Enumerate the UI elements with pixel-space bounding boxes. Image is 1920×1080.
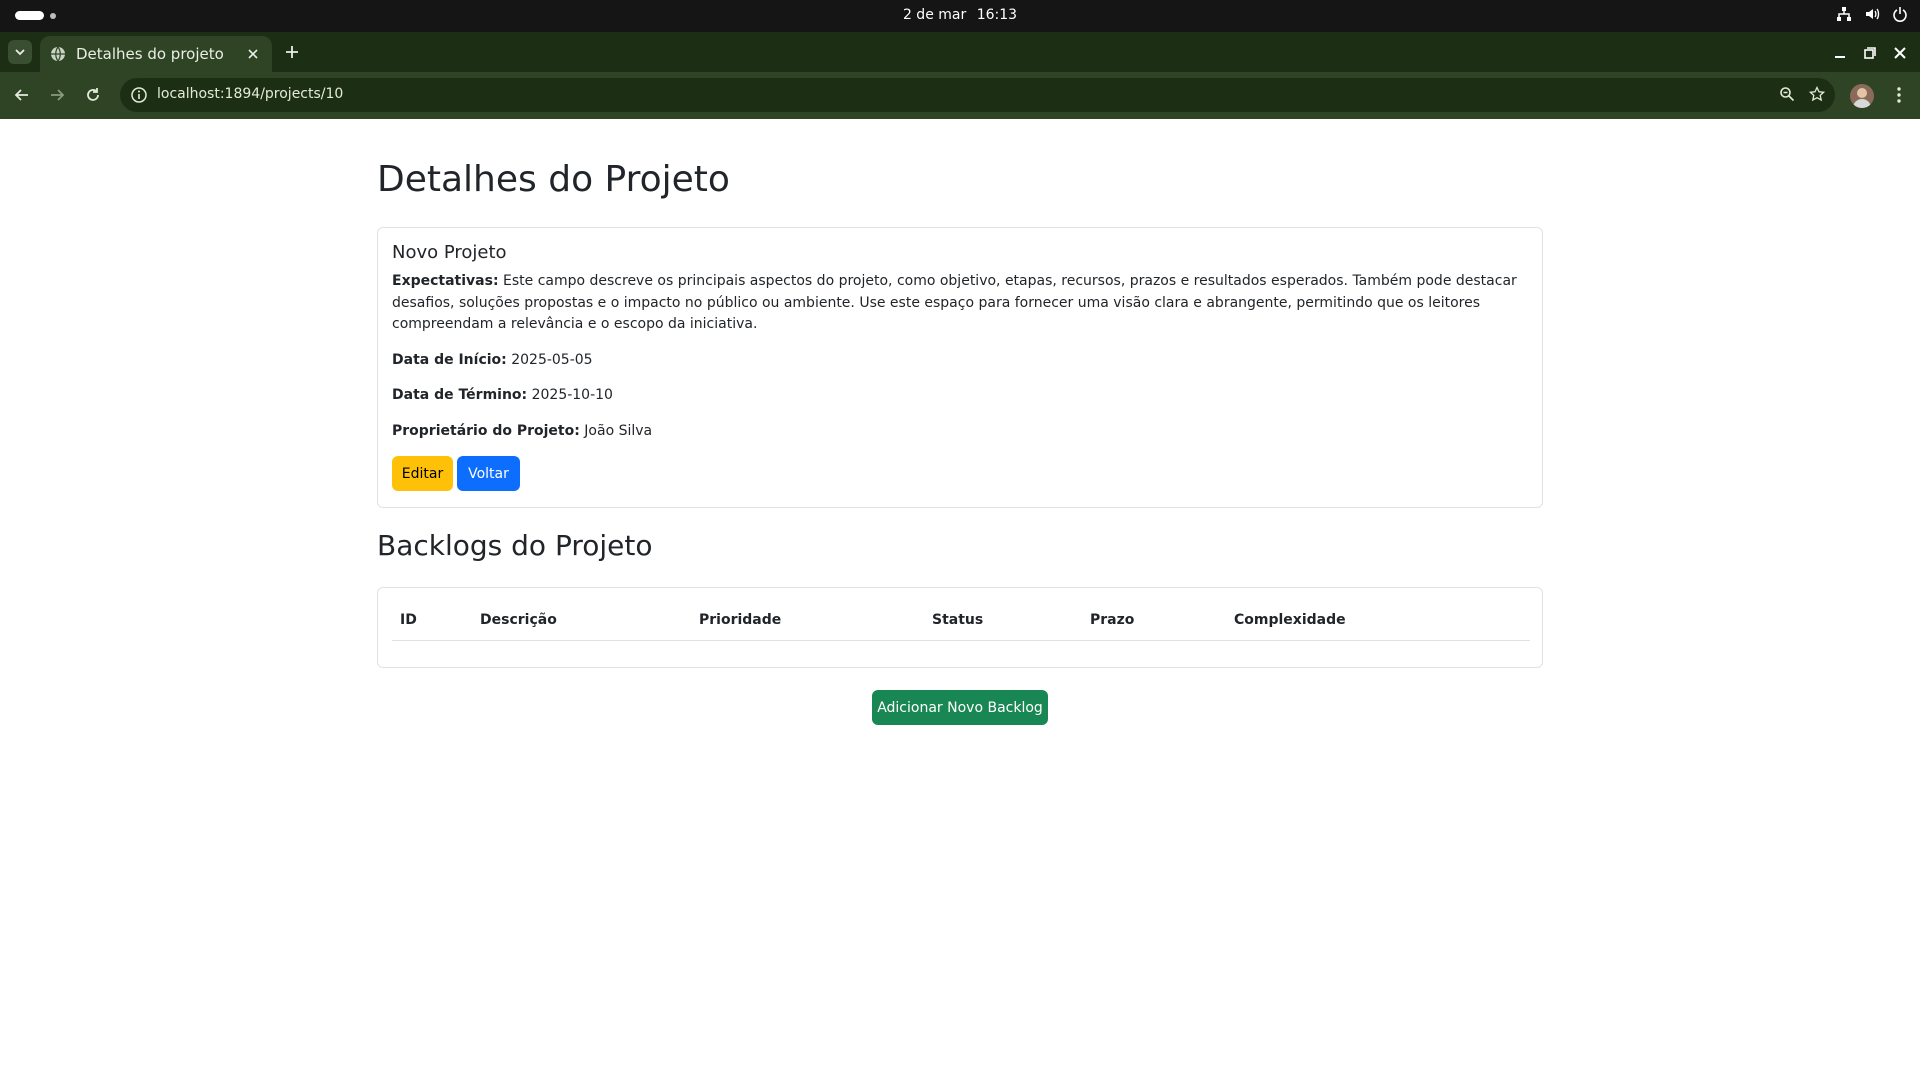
back-button[interactable] [11,84,33,106]
project-actions: Editar Voltar [392,456,1528,491]
tab-close-button[interactable] [244,45,262,63]
close-icon [1894,47,1906,59]
column-header-deadline: Prazo [1082,602,1226,641]
reload-button[interactable] [82,84,104,106]
browser-tab-active[interactable]: Detalhes do projeto [40,36,272,72]
more-vertical-icon [1897,87,1901,103]
clock-date: 2 de mar [902,7,967,23]
url-text[interactable]: localhost:1894/projects/10 [157,86,343,102]
back-link-button[interactable]: Voltar [457,456,520,491]
system-top-bar: 2 de mar 16:13 [0,0,1920,32]
add-backlog-button[interactable]: Adicionar Novo Backlog [872,690,1048,725]
minimize-icon [1835,56,1845,58]
bookmark-button[interactable] [1808,85,1826,106]
plus-icon [286,46,298,58]
backlogs-table: ID Descrição Prioridade Status Prazo Com… [392,602,1530,641]
restore-icon [1864,47,1876,59]
page-content: Detalhes do Projeto Novo Projeto Expecta… [0,119,1920,1080]
owner-label: Proprietário do Projeto: [392,422,580,439]
browser-toolbar: localhost:1894/projects/10 [0,72,1920,119]
project-details-card: Novo Projeto Expectativas: Este campo de… [377,227,1543,508]
new-tab-button[interactable] [282,42,302,62]
profile-avatar[interactable] [1850,84,1874,108]
window-controls [1834,44,1906,63]
browser-tab-strip: Detalhes do projeto [0,32,1920,72]
end-date-label: Data de Término: [392,387,528,403]
column-header-complexity: Complexidade [1226,602,1530,641]
volume-icon [1864,6,1880,22]
zoom-button[interactable] [1779,86,1795,106]
start-date-value: 2025-05-05 [511,351,593,368]
browser-menu-button[interactable] [1889,84,1909,106]
backlogs-table-card: ID Descrição Prioridade Status Prazo Com… [377,587,1543,668]
column-header-status: Status [924,602,1082,641]
column-header-priority: Prioridade [691,602,924,641]
start-date-paragraph: Data de Início: 2025-05-05 [392,350,1528,372]
owner-value: João Silva [584,422,653,439]
end-date-paragraph: Data de Término: 2025-10-10 [392,385,1528,407]
column-header-id: ID [392,602,472,641]
project-name: Novo Projeto [392,242,507,263]
owner-paragraph: Proprietário do Projeto: João Silva [392,421,1528,443]
edit-button[interactable]: Editar [392,456,453,491]
info-icon[interactable] [130,86,148,104]
power-icon [1892,6,1908,22]
reload-icon [87,88,99,101]
restore-button[interactable] [1864,44,1876,63]
tab-search-button[interactable] [8,40,32,64]
zoom-icon [1780,87,1795,102]
chevron-down-icon [15,49,25,56]
close-window-button[interactable] [1894,44,1906,63]
backlogs-title: Backlogs do Projeto [377,529,653,562]
expectations-label: Expectativas: [392,273,499,289]
expectations-paragraph: Expectativas: Este campo descreve os pri… [392,271,1528,336]
minimize-button[interactable] [1834,44,1846,63]
arrow-left-icon [14,89,28,101]
avatar-face [1857,88,1867,98]
expectations-value: Este campo descreve os principais aspect… [392,273,1517,332]
page-title: Detalhes do Projeto [377,159,730,200]
avatar-shoulders [1853,99,1871,108]
table-header-row: ID Descrição Prioridade Status Prazo Com… [392,602,1530,641]
star-icon [1808,85,1826,102]
clock-time: 16:13 [976,7,1018,23]
forward-button[interactable] [46,84,68,106]
tab-title: Detalhes do projeto [76,45,224,63]
system-tray[interactable] [1836,6,1908,22]
system-clock[interactable]: 2 de mar 16:13 [0,7,1920,23]
globe-icon [51,46,65,62]
close-icon [248,49,258,59]
address-bar-actions [1779,85,1826,106]
arrow-right-icon [51,89,65,101]
network-icon [1836,6,1852,22]
start-date-label: Data de Início: [392,351,507,368]
end-date-value: 2025-10-10 [531,387,613,403]
column-header-description: Descrição [472,602,691,641]
address-bar[interactable]: localhost:1894/projects/10 [120,78,1835,112]
